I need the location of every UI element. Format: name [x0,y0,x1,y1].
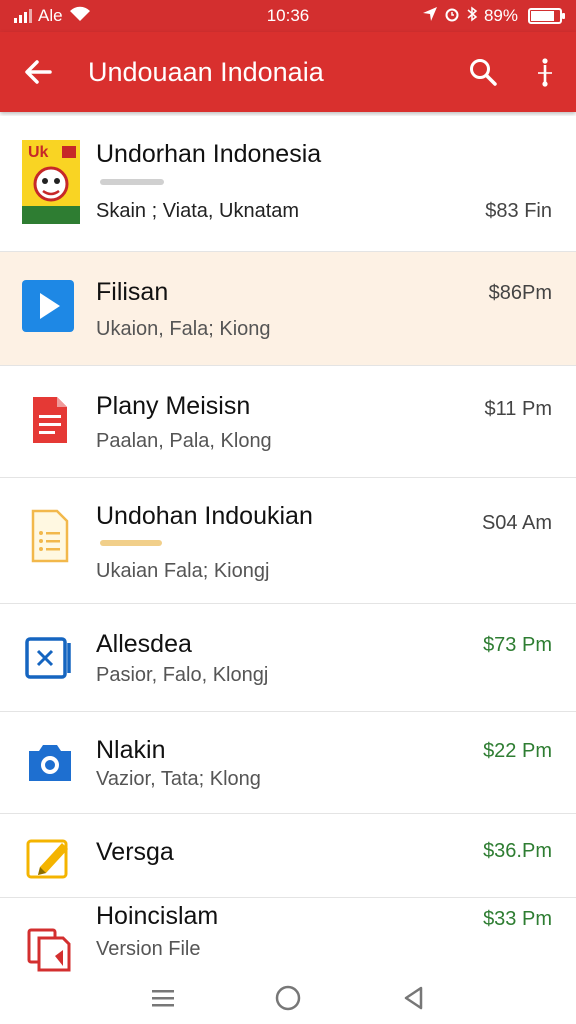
item-name: Plany Meisisn [96,392,251,420]
item-name: Allesdea [96,630,192,658]
item-name: Versga [96,838,174,866]
home-circle-icon[interactable] [264,974,312,1022]
item-name: Undohan Indoukian [96,502,313,530]
item-price: $86Pm [488,282,552,304]
back-arrow-icon[interactable] [0,32,76,112]
document-icon [22,392,78,448]
menu-icon[interactable] [139,974,187,1022]
overflow-icon[interactable] [514,32,576,112]
item-subtitle: Version File [96,938,201,960]
list-item[interactable]: Nlakin Vazior, Tata; Klong $22 Pm [0,712,576,814]
progress-bar [100,540,162,546]
comic-thumbnail-label: Uk [28,144,49,161]
item-subtitle: Skain ; Viata, Uknatam [96,200,300,222]
status-bar-right: 89% [422,6,565,27]
battery-percent: 89% [483,6,518,25]
item-name: Hoincislam [96,902,219,930]
alarm-icon [444,6,460,27]
item-price: $33 Pm [483,908,552,930]
battery-icon [528,8,565,24]
item-subtitle: Ukaian Fala; Kiongj [96,560,270,582]
item-subtitle: Pasior, Falo, Klongj [96,664,269,686]
search-icon[interactable] [452,32,514,112]
item-price: $11 Pm [484,398,552,420]
list-item[interactable]: Allesdea Pasior, Falo, Klongj $73 Pm [0,604,576,712]
list-item[interactable]: Plany Meisisn Paalan, Pala, Klong $11 Pm [0,366,576,478]
progress-bar [100,179,164,185]
camera-icon [22,734,78,790]
carrier-label: Ale [38,6,63,25]
list-item[interactable]: Uk Undorhan Indonesia Skain ; Viata, Ukn… [0,116,576,252]
wifi-icon [69,6,91,27]
list-item[interactable]: Versga $36.Pm [0,814,576,898]
back-triangle-icon[interactable] [389,974,437,1022]
pencil-icon [22,830,78,886]
image-gallery-icon [22,630,78,686]
item-price: $83 Fin [485,200,552,222]
item-price: S04 Am [481,512,552,534]
item-price: $73 Pm [483,634,552,656]
item-price: $22 Pm [483,740,552,762]
list-item[interactable]: Filisan Ukaion, Fala; Kiong $86Pm [0,252,576,366]
item-subtitle: Ukaion, Fala; Kiong [96,318,271,340]
notes-icon [22,508,78,564]
signal-icon [14,9,32,23]
status-bar: Ale 10:36 89% [0,0,576,32]
list-item[interactable]: Hoincislam Version File $33 Pm [0,898,576,982]
copy-files-icon [22,922,78,978]
item-name: Filisan [96,278,169,306]
location-icon [422,6,438,27]
item-price: $36.Pm [483,840,552,862]
item-name: Undorhan Indonesia [96,140,322,168]
app-bar: Undouaan Indonaia [0,32,576,112]
status-bar-left: Ale [14,6,91,27]
app-title: Undouaan Indonaia [88,56,324,87]
item-subtitle: Vazior, Tata; Klong [96,768,261,790]
item-name: Nlakin [96,736,166,764]
system-nav-bar [0,972,576,1024]
item-subtitle: Paalan, Pala, Klong [96,430,272,452]
list-item[interactable]: Undohan Indoukian Ukaian Fala; Kiongj S0… [0,478,576,604]
comic-thumbnail-icon: Uk [22,140,80,224]
bluetooth-icon [466,6,478,27]
play-icon [22,280,74,332]
app-list: Uk Undorhan Indonesia Skain ; Viata, Ukn… [0,116,576,982]
